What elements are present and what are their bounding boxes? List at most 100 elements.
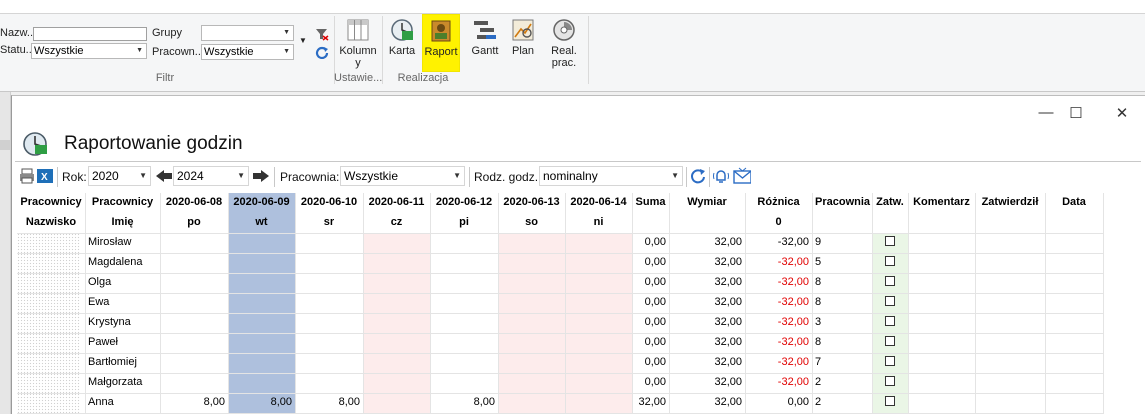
approved-checkbox[interactable] xyxy=(885,236,895,247)
cell-day-2[interactable] xyxy=(228,333,295,353)
cell-workshop[interactable]: 3 xyxy=(812,313,872,333)
cell-day-6[interactable] xyxy=(498,273,565,293)
refresh-filter-icon[interactable] xyxy=(315,45,329,59)
cell-day-6[interactable] xyxy=(498,313,565,333)
approved-checkbox[interactable] xyxy=(885,316,895,327)
cell-first-name[interactable]: Olga xyxy=(85,273,160,293)
worker-filter-combo[interactable]: Wszystkie ▼ xyxy=(201,44,294,60)
header-date[interactable]: Data xyxy=(1045,193,1103,213)
cell-surname[interactable] xyxy=(17,393,85,413)
cell-surname[interactable] xyxy=(17,253,85,273)
header-scope[interactable] xyxy=(669,213,745,233)
cell-day-6[interactable] xyxy=(498,233,565,253)
cell-day-5[interactable] xyxy=(430,293,498,313)
cell-day-4[interactable] xyxy=(363,293,430,313)
cell-scope[interactable]: 32,00 xyxy=(669,273,745,293)
header-comment[interactable] xyxy=(908,213,975,233)
cell-day-3[interactable] xyxy=(295,293,363,313)
raport-button[interactable]: Raport xyxy=(422,14,460,72)
table-row[interactable]: Ewa 0,00 32,00 -32,00 8 xyxy=(17,293,1103,313)
cell-day-3[interactable] xyxy=(295,333,363,353)
cell-day-3[interactable] xyxy=(295,273,363,293)
header-day-2[interactable]: wt xyxy=(228,213,295,233)
cell-day-6[interactable] xyxy=(498,333,565,353)
cell-day-2[interactable] xyxy=(228,253,295,273)
cell-surname[interactable] xyxy=(17,313,85,333)
cell-first-name[interactable]: Mirosław xyxy=(85,233,160,253)
cell-day-6[interactable] xyxy=(498,353,565,373)
cell-day-6[interactable] xyxy=(498,373,565,393)
cell-surname[interactable] xyxy=(17,293,85,313)
plan-button[interactable]: Plan xyxy=(506,14,540,72)
real-prac-button[interactable]: Real. prac. xyxy=(546,14,582,72)
close-icon[interactable]: ✕ xyxy=(1112,104,1132,122)
cell-sum[interactable]: 32,00 xyxy=(632,393,669,413)
cell-day-7[interactable] xyxy=(565,353,632,373)
table-row[interactable]: Krystyna 0,00 32,00 -32,00 3 xyxy=(17,313,1103,333)
cell-day-2[interactable] xyxy=(228,293,295,313)
cell-day-4[interactable] xyxy=(363,313,430,333)
cell-first-name[interactable]: Magdalena xyxy=(85,253,160,273)
cell-approved[interactable] xyxy=(872,373,908,393)
cell-workshop[interactable]: 2 xyxy=(812,393,872,413)
header-workshop[interactable] xyxy=(812,213,872,233)
approved-checkbox[interactable] xyxy=(885,356,895,367)
status-filter-combo[interactable]: Wszystkie ▼ xyxy=(31,43,147,59)
cell-day-3[interactable] xyxy=(295,353,363,373)
cell-scope[interactable]: 32,00 xyxy=(669,233,745,253)
columns-button[interactable]: Kolumny xyxy=(338,14,378,72)
clear-filter-icon[interactable] xyxy=(315,27,329,41)
cell-day-3[interactable] xyxy=(295,253,363,273)
cell-day-6[interactable] xyxy=(498,253,565,273)
cell-workshop[interactable]: 5 xyxy=(812,253,872,273)
cell-difference[interactable]: 0,00 xyxy=(745,393,812,413)
year-combo[interactable]: 2020 ▼ xyxy=(88,166,151,186)
cell-scope[interactable]: 32,00 xyxy=(669,293,745,313)
header-day-6[interactable]: so xyxy=(498,213,565,233)
cell-first-name[interactable]: Ewa xyxy=(85,293,160,313)
cell-surname[interactable] xyxy=(17,273,85,293)
header-day-1[interactable]: 2020-06-08 xyxy=(160,193,228,213)
header-day-5[interactable]: 2020-06-12 xyxy=(430,193,498,213)
cell-surname[interactable] xyxy=(17,333,85,353)
cell-difference[interactable]: -32,00 xyxy=(745,233,812,253)
cell-day-1[interactable] xyxy=(160,313,228,333)
minimize-icon[interactable]: — xyxy=(1036,104,1056,121)
header-day-6[interactable]: 2020-06-13 xyxy=(498,193,565,213)
approved-checkbox[interactable] xyxy=(885,396,895,407)
approved-checkbox[interactable] xyxy=(885,376,895,387)
cell-first-name[interactable]: Bartłomiej xyxy=(85,353,160,373)
table-row[interactable]: Małgorzata 0,00 32,00 -32,00 2 xyxy=(17,373,1103,393)
header-day-7[interactable]: 2020-06-14 xyxy=(565,193,632,213)
cell-day-7[interactable] xyxy=(565,373,632,393)
cell-day-4[interactable] xyxy=(363,373,430,393)
cell-sum[interactable]: 0,00 xyxy=(632,313,669,333)
header-day-5[interactable]: pi xyxy=(430,213,498,233)
cell-sum[interactable]: 0,00 xyxy=(632,253,669,273)
header-approved-by[interactable] xyxy=(975,213,1045,233)
gantt-button[interactable]: Gantt xyxy=(467,14,503,72)
cell-difference[interactable]: -32,00 xyxy=(745,313,812,333)
cell-day-2[interactable] xyxy=(228,313,295,333)
excel-icon[interactable]: X xyxy=(36,167,54,185)
cell-day-5[interactable]: 8,00 xyxy=(430,393,498,413)
groups-filter-combo[interactable]: ▼ xyxy=(201,25,294,41)
table-row[interactable]: Anna 8,00 8,00 8,00 8,00 32,00 32,00 0,00 2 xyxy=(17,393,1103,413)
cell-day-7[interactable] xyxy=(565,273,632,293)
cell-day-4[interactable] xyxy=(363,393,430,413)
cell-first-name[interactable]: Paweł xyxy=(85,333,160,353)
cell-day-4[interactable] xyxy=(363,253,430,273)
arrow-left-icon[interactable] xyxy=(155,169,173,187)
cell-sum[interactable]: 0,00 xyxy=(632,293,669,313)
cell-workshop[interactable]: 8 xyxy=(812,293,872,313)
cell-day-2[interactable]: 8,00 xyxy=(228,393,295,413)
cell-first-name[interactable]: Anna xyxy=(85,393,160,413)
header-day-4[interactable]: cz xyxy=(363,213,430,233)
cell-day-5[interactable] xyxy=(430,253,498,273)
cell-scope[interactable]: 32,00 xyxy=(669,333,745,353)
karta-button[interactable]: Karta xyxy=(384,14,420,72)
cell-difference[interactable]: -32,00 xyxy=(745,353,812,373)
header-day-7[interactable]: ni xyxy=(565,213,632,233)
cell-day-2[interactable] xyxy=(228,353,295,373)
cell-approved[interactable] xyxy=(872,293,908,313)
